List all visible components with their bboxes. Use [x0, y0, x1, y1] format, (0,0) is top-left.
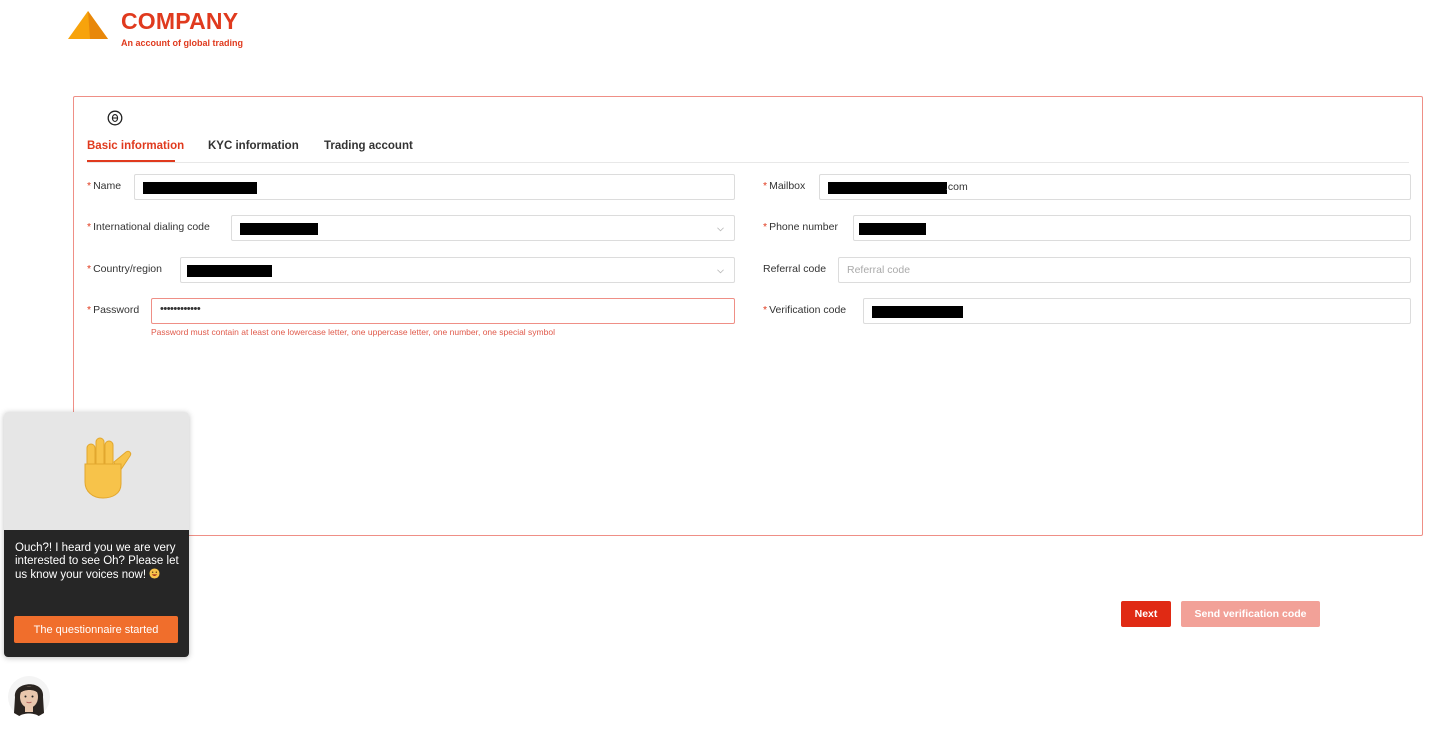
- raised-hand-icon: [84, 437, 132, 499]
- chevron-down-icon: [717, 227, 724, 232]
- survey-message: Ouch?! I heard you we are very intereste…: [15, 542, 179, 581]
- tab-trading-account[interactable]: Trading account: [324, 140, 413, 152]
- active-tab-indicator: [87, 160, 175, 162]
- tab-bar: Basic information KYC information Tradin…: [87, 134, 1409, 163]
- brand-tagline: An account of global trading: [121, 38, 243, 48]
- mailbox-field: * Mailbox .com: [763, 174, 1412, 200]
- phone-label: Phone number: [769, 221, 838, 233]
- registration-card: Basic information KYC information Tradin…: [73, 96, 1423, 536]
- verification-field: * Verification code: [763, 298, 1412, 324]
- referral-field: Referral code Referral code: [763, 257, 1412, 283]
- dialing-code-field: * International dialing code: [87, 215, 736, 241]
- start-questionnaire-button[interactable]: The questionnaire started: [14, 616, 178, 643]
- name-label: Name: [93, 180, 122, 192]
- mailbox-input[interactable]: .com: [819, 174, 1411, 200]
- dialing-code-label: International dialing code: [93, 221, 210, 233]
- password-input[interactable]: ••••••••••••: [151, 298, 735, 324]
- redacted-value: [828, 182, 947, 194]
- dialing-code-select[interactable]: [231, 215, 735, 241]
- password-label: Password: [93, 304, 140, 316]
- verification-label: Verification code: [769, 304, 847, 316]
- smile-emoji-icon: [149, 568, 160, 579]
- survey-illustration: [4, 412, 189, 530]
- redacted-value: [143, 182, 257, 194]
- country-select[interactable]: [180, 257, 735, 283]
- redacted-value: [872, 306, 963, 318]
- company-logo: COMPANY An account of global trading: [68, 8, 268, 53]
- password-value: ••••••••••••: [160, 303, 201, 315]
- phone-input[interactable]: [853, 215, 1411, 241]
- mailbox-label: Mailbox: [769, 180, 806, 192]
- referral-input[interactable]: Referral code: [838, 257, 1411, 283]
- password-hint: Password must contain at least one lower…: [151, 327, 555, 337]
- mailbox-suffix: .com: [945, 181, 968, 193]
- name-input[interactable]: [134, 174, 735, 200]
- next-button[interactable]: Next: [1121, 601, 1171, 627]
- phone-field: * Phone number: [763, 215, 1412, 241]
- globe-icon[interactable]: [107, 110, 123, 126]
- referral-placeholder: Referral code: [847, 264, 911, 276]
- logo-icon: [68, 11, 108, 39]
- chevron-down-icon: [717, 269, 724, 274]
- password-field: * Password •••••••••••• Password must con…: [87, 298, 736, 337]
- survey-popup: Ouch?! I heard you we are very intereste…: [4, 412, 189, 657]
- country-field: * Country/region: [87, 257, 736, 283]
- referral-label: Referral code: [763, 263, 827, 275]
- redacted-value: [187, 265, 272, 277]
- brand-name: COMPANY: [121, 8, 239, 34]
- verification-input[interactable]: [863, 298, 1411, 324]
- tab-basic-information[interactable]: Basic information: [87, 140, 184, 152]
- redacted-value: [240, 223, 318, 235]
- tab-kyc-information[interactable]: KYC information: [208, 140, 299, 152]
- country-label: Country/region: [93, 263, 162, 275]
- avatar[interactable]: [7, 673, 51, 721]
- send-verification-code-button[interactable]: Send verification code: [1181, 601, 1320, 627]
- redacted-value: [859, 223, 926, 235]
- name-field: * Name: [87, 174, 736, 200]
